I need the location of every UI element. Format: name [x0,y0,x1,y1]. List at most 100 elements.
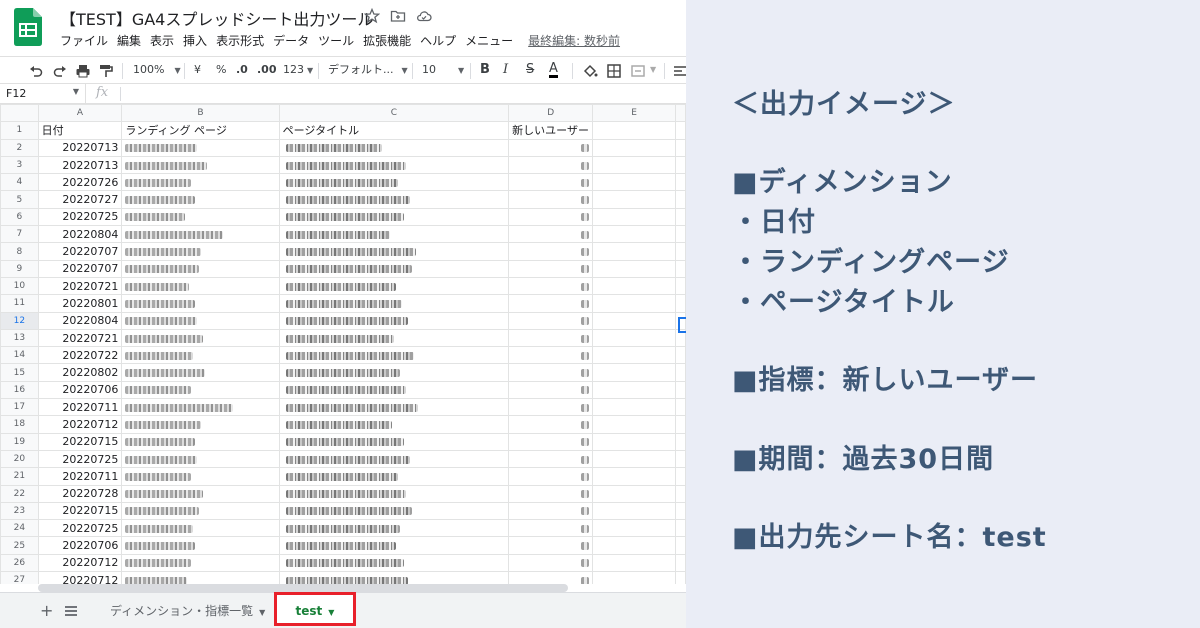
empty-cell[interactable] [592,225,676,244]
new-users-cell[interactable] [508,501,594,521]
empty-cell[interactable] [592,519,676,538]
new-users-cell[interactable] [508,467,594,486]
sheet-tab-test[interactable]: test ▼ [274,592,356,626]
menu-file[interactable]: ファイル [60,32,108,49]
page-title-cell[interactable] [278,155,510,175]
page-title-cell[interactable] [278,553,510,573]
date-cell[interactable]: 20220722 [37,346,123,365]
new-users-cell[interactable] [508,155,594,175]
menu-extensions[interactable]: 拡張機能 [363,32,411,49]
page-title-cell[interactable] [278,225,510,244]
row-header[interactable]: 8 [0,242,39,261]
row-header[interactable]: 6 [0,207,39,227]
column-header-d[interactable]: D [508,104,594,123]
page-title-cell[interactable] [278,519,510,538]
page-title-cell[interactable] [278,363,510,382]
row-header[interactable]: 7 [0,225,39,244]
date-cell[interactable]: 20220801 [37,294,123,313]
menu-edit[interactable]: 編集 [117,32,141,49]
empty-cell[interactable] [592,138,676,157]
date-cell[interactable]: 20220711 [37,398,123,417]
empty-cell[interactable] [592,190,676,209]
new-users-cell[interactable] [508,346,594,365]
text-color-button[interactable]: A [549,62,558,78]
page-title-cell[interactable] [278,346,510,365]
empty-cell[interactable] [592,501,676,521]
cell-e1[interactable] [592,121,676,140]
landing-page-cell[interactable] [121,346,280,365]
zoom-select[interactable]: 100% ▼ [133,62,181,79]
landing-page-cell[interactable] [121,380,280,400]
column-header-b[interactable]: B [121,104,280,123]
borders-icon[interactable] [606,63,622,79]
page-title-cell[interactable] [278,294,510,313]
empty-cell[interactable] [592,484,676,503]
empty-cell[interactable] [592,571,676,584]
new-users-cell[interactable] [508,536,594,555]
date-cell[interactable]: 20220713 [37,138,123,157]
new-users-cell[interactable] [508,363,594,382]
landing-page-cell[interactable] [121,294,280,313]
new-users-cell[interactable] [508,173,594,192]
date-cell[interactable]: 20220726 [37,173,123,192]
decimal-decrease-button[interactable]: .0 [236,62,248,78]
date-cell[interactable]: 20220721 [37,276,123,296]
decimal-increase-button[interactable]: .00 [257,62,277,78]
empty-cell[interactable] [592,259,676,278]
page-title-cell[interactable] [278,449,510,469]
date-cell[interactable]: 20220712 [37,553,123,573]
undo-icon[interactable] [28,63,44,79]
row-header[interactable]: 15 [0,363,39,382]
row-header[interactable]: 5 [0,190,39,209]
new-users-cell[interactable] [508,553,594,573]
menu-tools[interactable]: ツール [318,32,354,49]
landing-page-cell[interactable] [121,467,280,486]
landing-page-cell[interactable] [121,259,280,278]
new-users-cell[interactable] [508,380,594,400]
star-icon[interactable] [363,7,381,24]
new-users-cell[interactable] [508,207,594,227]
date-cell[interactable]: 20220802 [37,363,123,382]
empty-cell[interactable] [592,467,676,486]
empty-cell[interactable] [592,173,676,192]
row-header[interactable]: 17 [0,398,39,417]
row-header[interactable]: 12 [0,311,39,330]
horizontal-scrollbar[interactable] [38,584,568,592]
tab-dropdown-icon[interactable]: ▼ [259,608,265,617]
new-users-cell[interactable] [508,328,594,348]
paint-format-icon[interactable] [98,63,114,79]
empty-cell[interactable] [592,311,676,330]
landing-page-cell[interactable] [121,328,280,348]
date-cell[interactable]: 20220711 [37,467,123,486]
page-title-cell[interactable] [278,207,510,227]
page-title-cell[interactable] [278,536,510,555]
empty-cell[interactable] [592,363,676,382]
landing-page-cell[interactable] [121,138,280,157]
page-title-cell[interactable] [278,190,510,209]
landing-page-cell[interactable] [121,225,280,244]
strikethrough-button[interactable]: S [526,62,534,78]
tab-dropdown-icon[interactable]: ▼ [328,608,334,617]
new-users-cell[interactable] [508,294,594,313]
cell-d1[interactable]: 新しいユーザー [508,121,594,140]
page-title-cell[interactable] [278,467,510,486]
row-header[interactable]: 18 [0,415,39,434]
cloud-status-icon[interactable] [416,8,432,24]
page-title-cell[interactable] [278,571,510,584]
sheets-logo-icon[interactable] [14,8,42,46]
name-box[interactable]: F12 ▼ [0,84,86,103]
column-header-e[interactable]: E [592,104,676,123]
row-header[interactable]: 19 [0,432,39,451]
new-users-cell[interactable] [508,398,594,417]
landing-page-cell[interactable] [121,311,280,330]
date-cell[interactable]: 20220804 [37,225,123,244]
new-users-cell[interactable] [508,519,594,538]
row-header[interactable]: 24 [0,519,39,538]
page-title-cell[interactable] [278,311,510,330]
page-title-cell[interactable] [278,173,510,192]
row-header[interactable]: 27 [0,571,39,584]
new-users-cell[interactable] [508,449,594,469]
empty-cell[interactable] [592,276,676,296]
new-users-cell[interactable] [508,432,594,451]
new-users-cell[interactable] [508,484,594,503]
